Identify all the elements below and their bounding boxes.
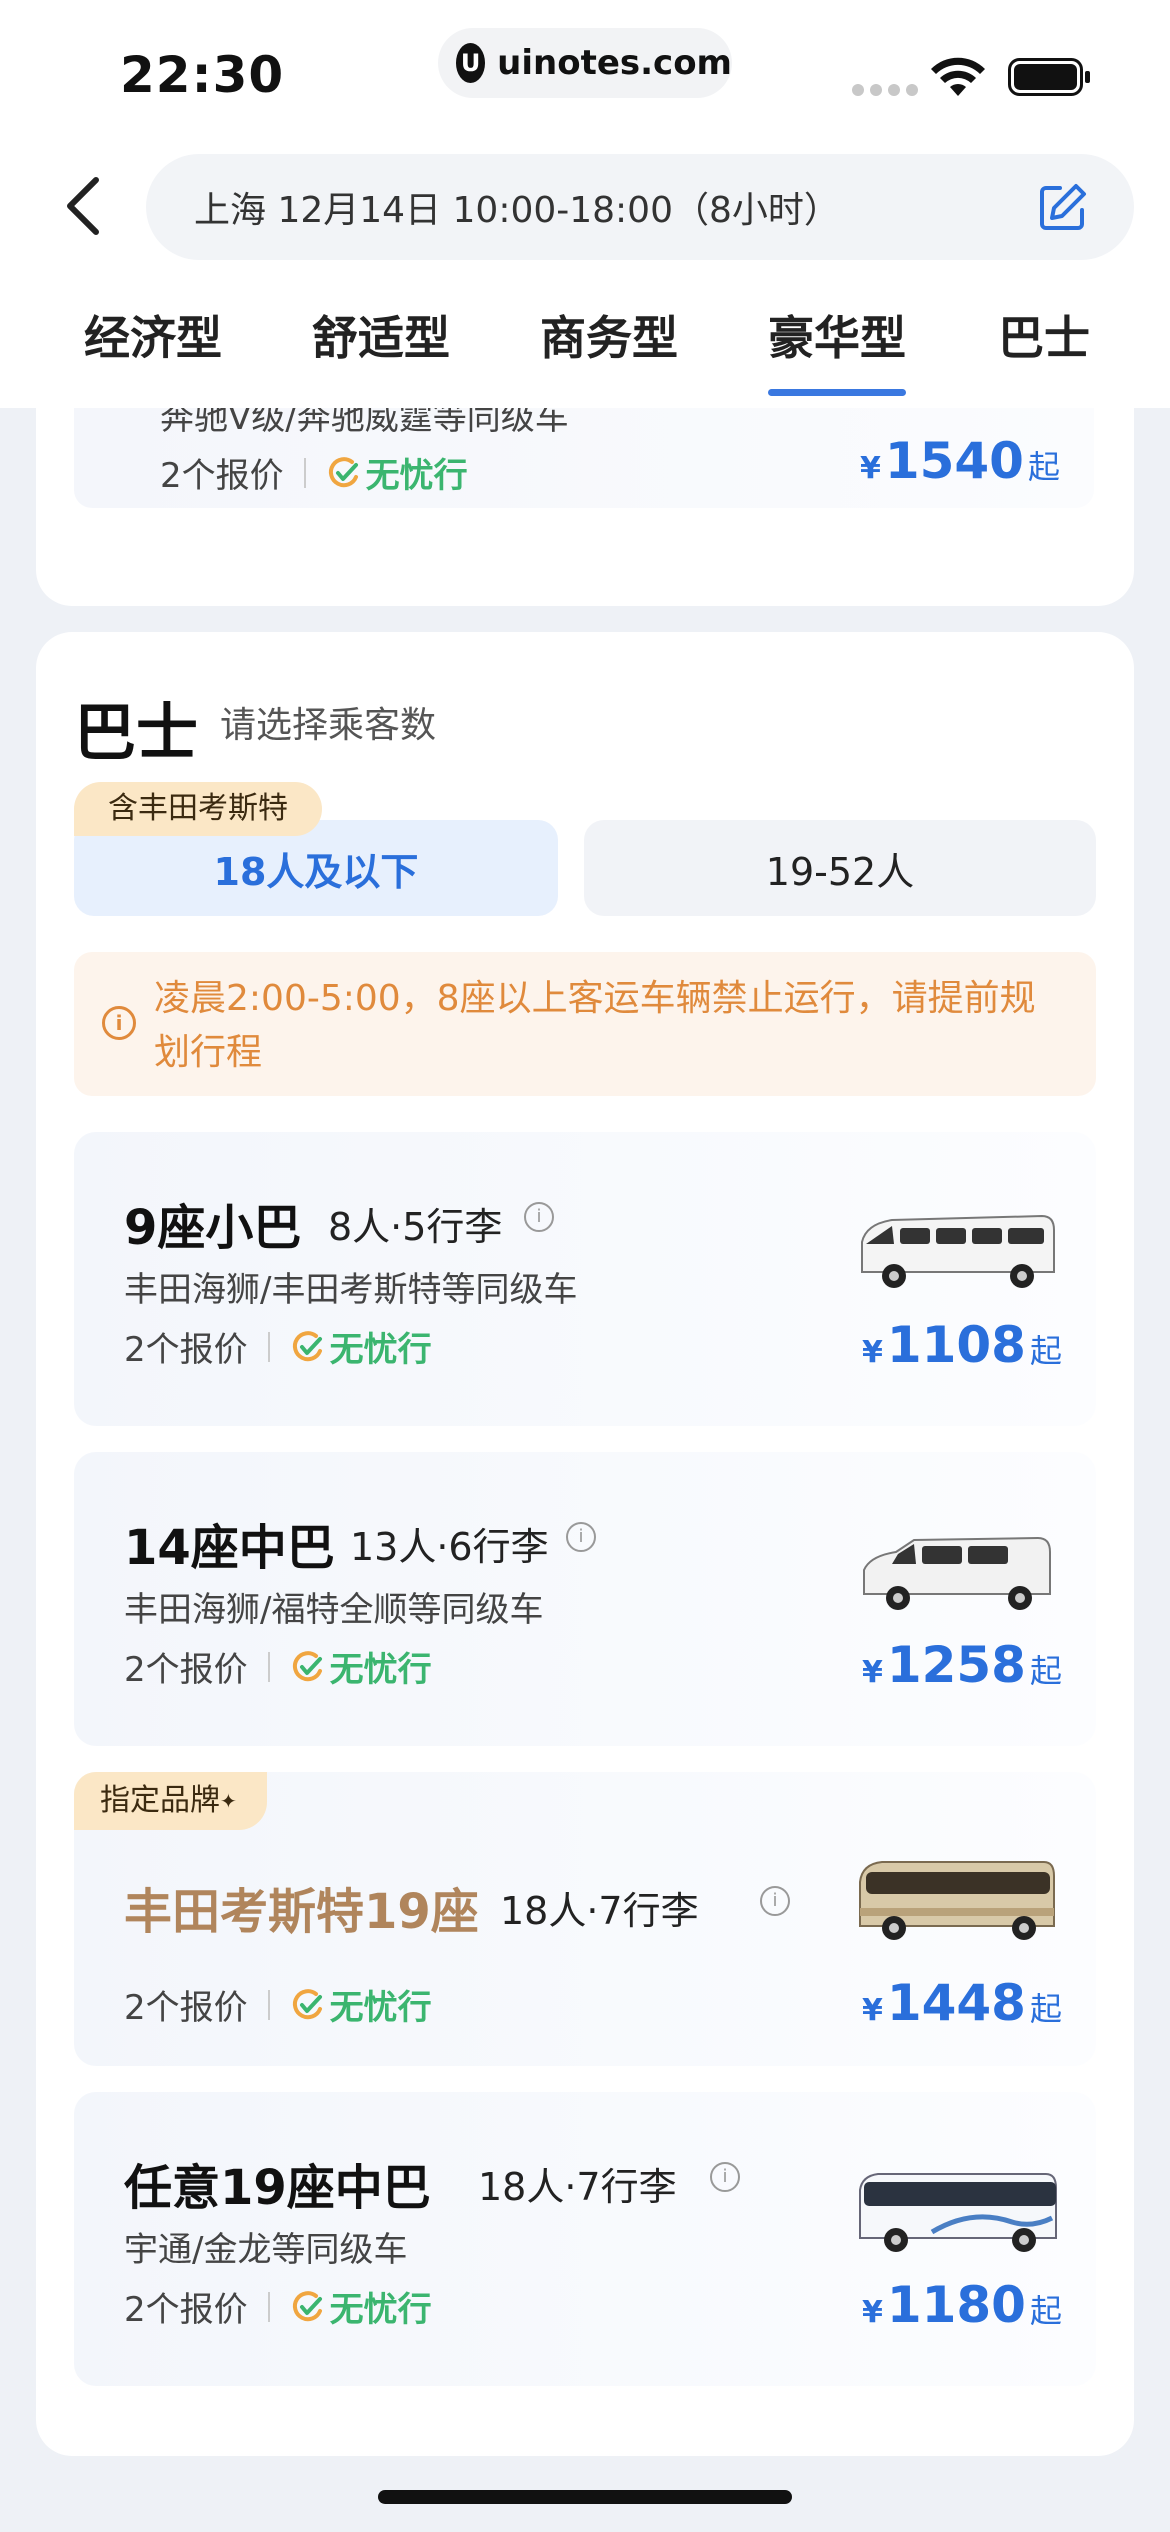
worry-free-badge: 无忧行: [290, 1980, 432, 2029]
vehicle-meta: 2个报价 无忧行: [124, 1642, 432, 1691]
vehicle-price: ¥ 1108 起: [861, 1316, 1062, 1374]
quote-count: 2个报价: [124, 2290, 248, 2330]
tab-comfort[interactable]: 舒适型: [312, 300, 450, 400]
quote-count: 2个报价: [124, 1650, 248, 1690]
info-icon[interactable]: i: [760, 1886, 790, 1916]
notice-text: 凌晨2:00-5:00，8座以上客运车辆禁止运行，请提前规划行程: [154, 978, 1036, 1073]
quote-count: 2个报价: [124, 1330, 248, 1370]
vehicle-meta: 2个报价 无忧行: [124, 1980, 432, 2029]
restriction-notice: i 凌晨2:00-5:00，8座以上客运车辆禁止运行，请提前规划行程: [74, 952, 1096, 1096]
worry-free-badge: 无忧行: [290, 2282, 432, 2331]
vehicle-name: 任意19座中巴: [124, 2160, 431, 2216]
info-icon[interactable]: i: [524, 1202, 554, 1232]
divider: [303, 457, 306, 488]
worry-free-icon: [292, 2290, 322, 2321]
chevron-left-icon[interactable]: [60, 176, 110, 236]
divider: [267, 1989, 270, 2020]
signal-icon: [852, 84, 918, 96]
battery-icon: [1008, 58, 1090, 96]
worry-free-icon: [292, 1650, 322, 1681]
section-subtitle: 请选择乘客数: [220, 705, 437, 746]
brand-tag: 指定品牌✦: [74, 1772, 267, 1830]
vehicle-card-9-seat[interactable]: 9座小巴 8人·5行李 i 丰田海狮/丰田考斯特等同级车 2个报价 无忧行 ¥ …: [74, 1132, 1096, 1426]
vehicle-name: 丰田考斯特19座: [124, 1884, 479, 1940]
divider: [267, 2291, 270, 2322]
vehicle-capacity: 13人·6行李: [350, 1525, 549, 1569]
tab-business[interactable]: 商务型: [540, 300, 678, 400]
section-title: 巴士: [74, 696, 199, 769]
divider: [267, 1651, 270, 1682]
vehicle-price: ¥ 1258 起: [861, 1636, 1062, 1694]
worry-free-badge: 无忧行: [290, 1322, 432, 1371]
vehicle-meta: 2个报价 无忧行: [124, 1322, 432, 1371]
quote-count: 2个报价: [124, 1988, 248, 2028]
worry-free-badge: 无忧行: [290, 1642, 432, 1691]
vehicle-models: 宇通/金龙等同级车: [124, 2230, 408, 2270]
vehicle-capacity: 18人·7行李: [500, 1889, 699, 1933]
wifi-icon: [931, 57, 985, 96]
vehicle-capacity: 18人·7行李: [478, 2165, 677, 2209]
van-image: [863, 1536, 1051, 1610]
vehicle-capacity: 8人·5行李: [328, 1205, 503, 1249]
vehicle-class-tabs: 经济型 舒适型 商务型 豪华型 巴士: [0, 300, 1170, 408]
midibus-image: [859, 2173, 1057, 2252]
tab-economy[interactable]: 经济型: [84, 300, 222, 400]
vehicle-price: ¥ 1180 起: [861, 2276, 1062, 2334]
status-bar: 22:30 U uinotes.com: [0, 0, 1170, 140]
vehicle-card-any-19-seat[interactable]: 任意19座中巴 18人·7行李 i 宇通/金龙等同级车 2个报价 无忧行 ¥ 1…: [74, 2092, 1096, 2386]
vehicle-meta: 2个报价 无忧行: [160, 448, 468, 497]
vehicle-meta: 2个报价 无忧行: [124, 2282, 432, 2331]
vehicle-card-14-seat[interactable]: 14座中巴 13人·6行李 i 丰田海狮/福特全顺等同级车 2个报价 无忧行 ¥…: [74, 1452, 1096, 1746]
divider: [267, 1331, 270, 1362]
url-pill[interactable]: U uinotes.com: [438, 28, 732, 98]
home-indicator[interactable]: [378, 2490, 792, 2504]
url-text: uinotes.com: [497, 43, 732, 83]
info-icon[interactable]: i: [710, 2162, 740, 2192]
passenger-option-19-52[interactable]: 19-52人: [584, 820, 1096, 916]
nav-row: 上海 12月14日 10:00-18:00（8小时）: [0, 150, 1170, 262]
vehicle-card-coaster-19[interactable]: 指定品牌✦ 丰田考斯特19座 18人·7行李 i 2个报价 无忧行 ¥ 1448…: [74, 1772, 1096, 2066]
coaster-included-tag: 含丰田考斯特: [74, 782, 322, 836]
info-icon[interactable]: i: [566, 1522, 596, 1552]
worry-free-icon: [292, 1988, 322, 2019]
worry-free-icon: [328, 456, 358, 487]
top-header: 22:30 U uinotes.com 上海 12月14日 10:00-18:0…: [0, 0, 1170, 408]
vehicle-price: ¥ 1540 起: [859, 432, 1060, 490]
info-icon: i: [102, 1006, 136, 1040]
status-time: 22:30: [120, 46, 285, 104]
coaster-bus-image: [859, 1861, 1055, 1940]
tab-bus[interactable]: 巴士: [998, 300, 1090, 400]
vehicle-models: 丰田海狮/福特全顺等同级车: [124, 1590, 544, 1630]
uinotes-logo-icon: U: [456, 43, 486, 83]
trip-summary-text: 上海 12月14日 10:00-18:00（8小时）: [194, 190, 840, 231]
vehicle-models: 丰田海狮/丰田考斯特等同级车: [124, 1270, 578, 1310]
minibus-image: [861, 1214, 1055, 1288]
tab-luxury[interactable]: 豪华型: [768, 300, 906, 400]
quote-count: 2个报价: [160, 456, 284, 496]
vehicle-name: 14座中巴: [124, 1520, 335, 1576]
edit-icon[interactable]: [1038, 182, 1088, 232]
trip-search-box[interactable]: 上海 12月14日 10:00-18:00（8小时）: [146, 154, 1134, 260]
vehicle-name: 9座小巴: [124, 1200, 302, 1256]
worry-free-icon: [292, 1330, 322, 1361]
bus-section-card: 巴士 请选择乘客数 18人及以下 含丰田考斯特 19-52人 i 凌晨2:00-…: [36, 632, 1134, 2456]
vehicle-price: ¥ 1448 起: [861, 1974, 1062, 2032]
worry-free-badge: 无忧行: [326, 448, 468, 497]
sparkle-icon: ✦: [220, 1789, 237, 1813]
